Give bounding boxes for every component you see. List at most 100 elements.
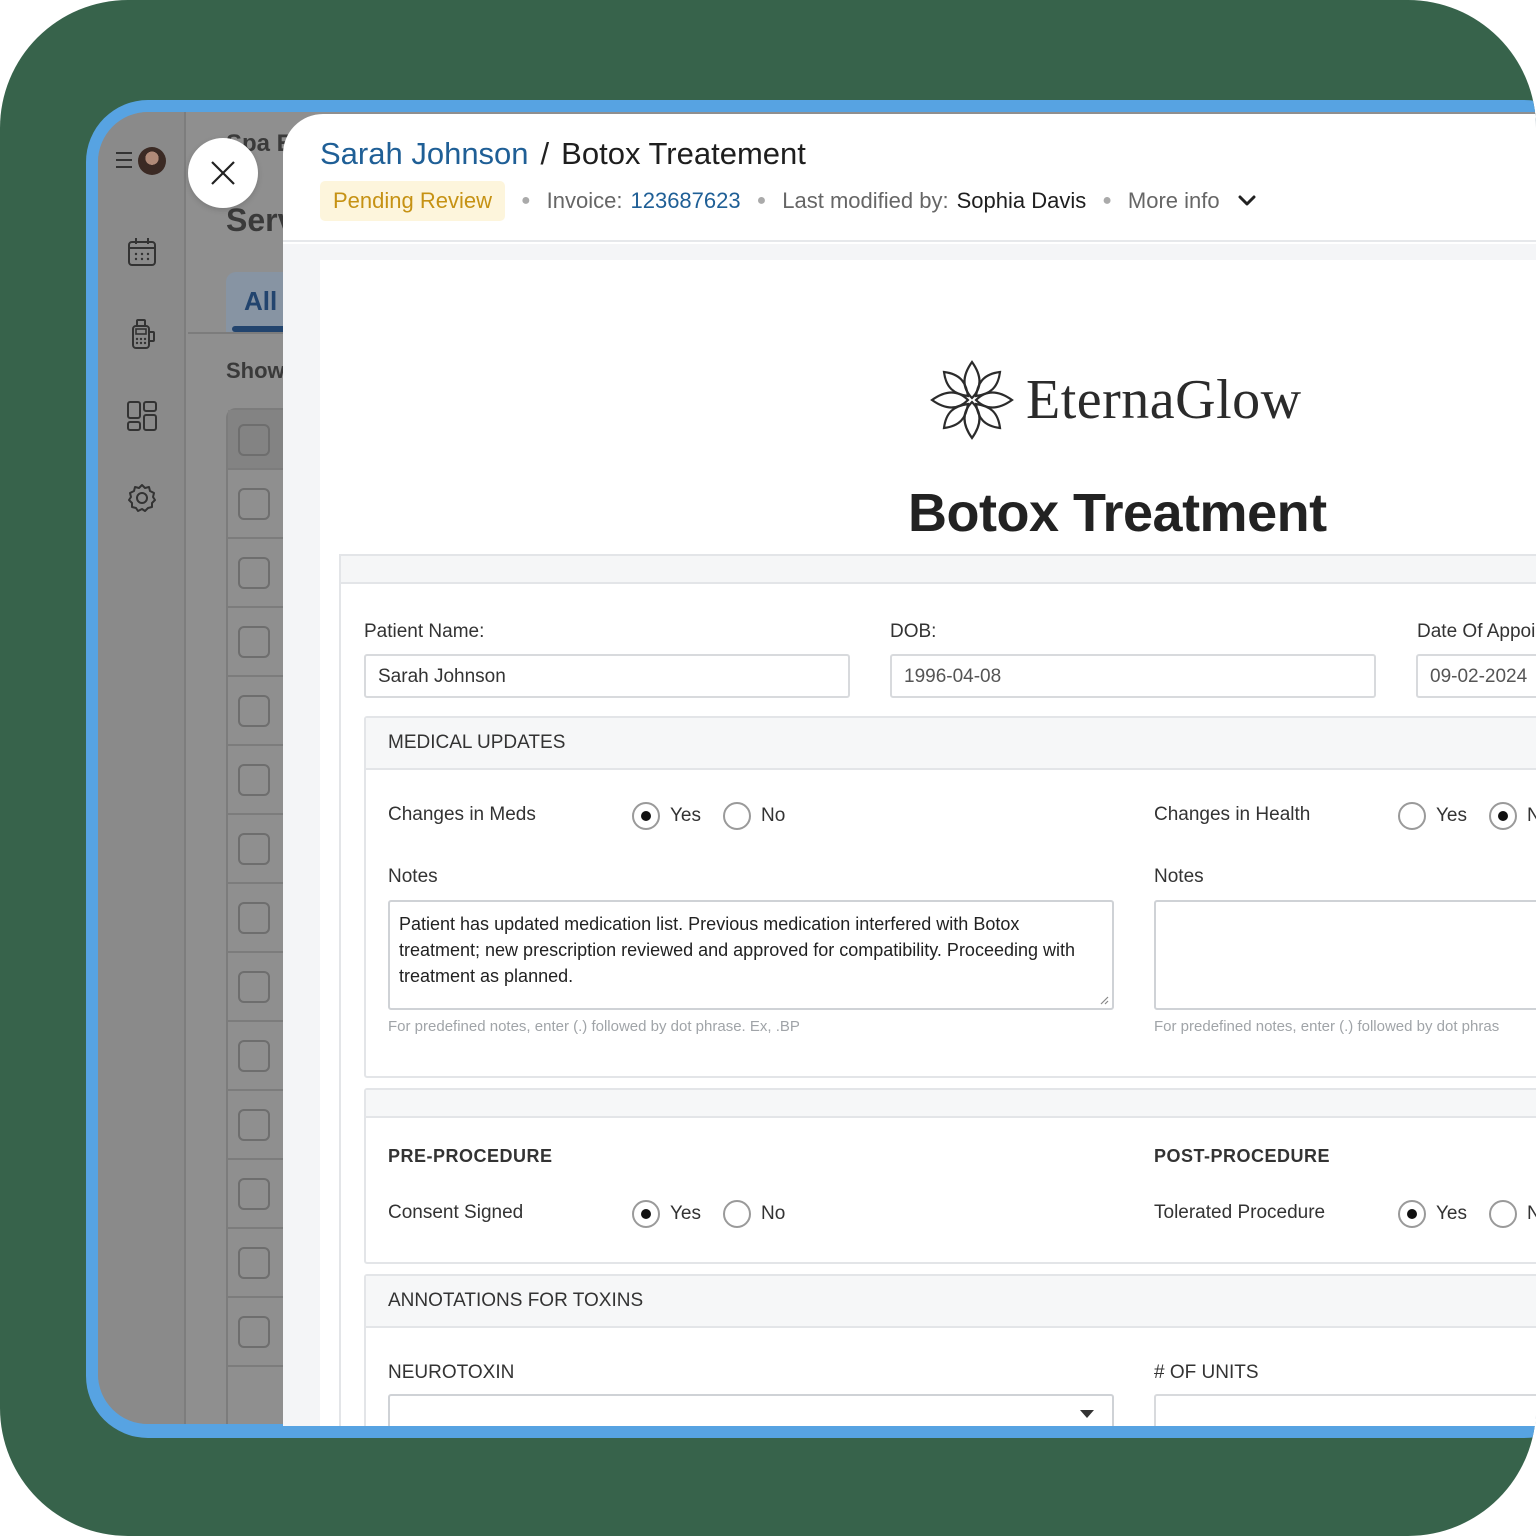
patient-name-field[interactable]: Sarah Johnson — [364, 654, 850, 698]
post-procedure-heading: POST-PROCEDURE — [1154, 1146, 1331, 1166]
row-checkbox[interactable] — [238, 902, 270, 934]
treatment-form-modal: Sarah Johnson / Botox Treatement Pending R… — [283, 114, 1536, 1426]
meta-divider: ● — [1102, 192, 1112, 209]
consent-radio-group: Yes No — [632, 1200, 807, 1228]
health-notes-hint: For predefined notes, enter (.) followed… — [1154, 1018, 1500, 1035]
close-icon — [211, 161, 235, 185]
brand-logo: EternaGlow — [930, 358, 1302, 442]
dropdown-caret-icon[interactable] — [1080, 1410, 1094, 1418]
health-yes-label: Yes — [1436, 805, 1467, 826]
invoice-label: Invoice: — [546, 188, 623, 213]
tab-all-label: All — [244, 286, 278, 316]
tolerated-no-label: N — [1527, 1203, 1536, 1224]
medical-updates-section: MEDICAL UPDATES Changes in Meds Yes No C… — [364, 716, 1536, 1078]
brand-name: EternaGlow — [1026, 369, 1302, 431]
user-avatar[interactable] — [138, 147, 166, 175]
consent-no-label: No — [761, 1203, 786, 1224]
breadcrumb-separator: / — [540, 136, 550, 171]
background-frame: Spa E Serv All Show Sarah Johnson / Boto… — [0, 0, 1536, 1536]
changes-in-meds-label: Changes in Meds — [388, 804, 536, 825]
meds-yes-label: Yes — [670, 805, 701, 826]
menu-icon[interactable] — [116, 152, 134, 168]
consent-yes-label: Yes — [670, 1203, 701, 1224]
status-badge: Pending Review — [320, 181, 505, 221]
tolerated-radio-group: Yes N — [1398, 1200, 1536, 1228]
dob-field[interactable]: 1996-04-08 — [890, 654, 1376, 698]
meds-notes-text: Patient has updated medication list. Pre… — [399, 914, 1076, 986]
grid-icon[interactable] — [126, 400, 158, 432]
consent-no-radio[interactable] — [723, 1200, 751, 1228]
row-checkbox[interactable] — [238, 764, 270, 796]
calendar-icon[interactable] — [126, 236, 158, 268]
row-checkbox[interactable] — [238, 1178, 270, 1210]
meds-notes-textarea[interactable]: Patient has updated medication list. Pre… — [388, 900, 1114, 1010]
pos-terminal-icon[interactable] — [126, 318, 158, 350]
health-yes-radio[interactable] — [1398, 802, 1426, 830]
record-meta: Pending Review ● Invoice: 123687623 ● La… — [320, 180, 1256, 222]
changes-in-health-label: Changes in Health — [1154, 804, 1311, 825]
meds-notes-hint: For predefined notes, enter (.) followed… — [388, 1018, 800, 1035]
tolerated-no-radio[interactable] — [1489, 1200, 1517, 1228]
units-label: # OF UNITS — [1154, 1362, 1259, 1383]
row-checkbox[interactable] — [238, 971, 270, 1003]
meta-divider: ● — [520, 192, 531, 209]
row-checkbox[interactable] — [238, 626, 270, 658]
row-checkbox[interactable] — [238, 1040, 270, 1072]
appointment-date-label: Date Of Appoi — [1417, 621, 1536, 642]
tolerated-procedure-label: Tolerated Procedure — [1154, 1202, 1326, 1223]
tolerated-yes-label: Yes — [1436, 1203, 1467, 1224]
procedure-section: PRE-PROCEDURE Consent Signed Yes No POST… — [364, 1088, 1536, 1264]
form-body: Patient Name: Sarah Johnson DOB: 1996-04… — [339, 584, 1536, 1426]
breadcrumb-patient-link[interactable]: Sarah Johnson — [320, 136, 529, 171]
row-checkbox[interactable] — [238, 695, 270, 727]
toxins-section: ANNOTATIONS FOR TOXINS NEUROTOXIN # OF U… — [364, 1274, 1536, 1426]
document-title: Botox Treatment — [908, 483, 1327, 543]
resize-grip-icon[interactable] — [1099, 995, 1109, 1005]
neurotoxin-label: NEUROTOXIN — [388, 1362, 515, 1383]
modal-header: Sarah Johnson / Botox Treatement Pending R… — [283, 114, 1536, 242]
more-info-toggle[interactable]: More info — [1128, 188, 1220, 214]
form-document: EternaGlow Botox Treatment Patient Name:… — [320, 260, 1536, 1426]
changes-in-health-radio-group: Yes N — [1398, 802, 1536, 830]
neurotoxin-select[interactable] — [388, 1394, 1114, 1426]
row-checkbox[interactable] — [238, 1109, 270, 1141]
pre-procedure-heading: PRE-PROCEDURE — [388, 1146, 553, 1166]
last-modified-by: Sophia Davis — [956, 188, 1087, 213]
select-all-checkbox[interactable] — [238, 424, 270, 456]
nav-rail — [98, 112, 186, 1424]
meds-no-radio[interactable] — [723, 802, 751, 830]
close-modal-button[interactable] — [188, 138, 258, 208]
meds-notes-label: Notes — [388, 866, 438, 887]
chevron-down-icon[interactable] — [1238, 195, 1256, 207]
procedure-section-strip — [366, 1090, 1536, 1118]
meta-divider: ● — [756, 192, 767, 209]
row-checkbox[interactable] — [238, 833, 270, 865]
lotus-logo-icon — [930, 360, 1014, 440]
health-notes-label: Notes — [1154, 866, 1204, 887]
medical-updates-heading: MEDICAL UPDATES — [366, 718, 1536, 770]
modal-body: EternaGlow Botox Treatment Patient Name:… — [283, 244, 1536, 1426]
form-top-strip — [339, 554, 1536, 584]
consent-signed-label: Consent Signed — [388, 1202, 524, 1223]
page-title: Botox Treatement — [561, 136, 806, 171]
invoice-number-link[interactable]: 123687623 — [630, 188, 740, 214]
show-label: Show — [226, 358, 285, 383]
health-no-radio[interactable] — [1489, 802, 1517, 830]
health-no-label: N — [1527, 805, 1536, 826]
dob-label: DOB: — [890, 621, 937, 642]
row-checkbox[interactable] — [238, 1247, 270, 1279]
row-checkbox[interactable] — [238, 488, 270, 520]
meds-no-label: No — [761, 805, 786, 826]
row-checkbox[interactable] — [238, 1316, 270, 1348]
gear-icon[interactable] — [126, 482, 158, 514]
appointment-date-field[interactable]: 09-02-2024 — [1416, 654, 1536, 698]
tolerated-yes-radio[interactable] — [1398, 1200, 1426, 1228]
patient-name-label: Patient Name: — [364, 621, 485, 642]
toxins-heading: ANNOTATIONS FOR TOXINS — [366, 1276, 1536, 1328]
meds-yes-radio[interactable] — [632, 802, 660, 830]
health-notes-textarea[interactable] — [1154, 900, 1536, 1010]
consent-yes-radio[interactable] — [632, 1200, 660, 1228]
row-checkbox[interactable] — [238, 557, 270, 589]
breadcrumb: Sarah Johnson / Botox Treatement — [320, 136, 806, 172]
units-field[interactable] — [1154, 1394, 1536, 1426]
